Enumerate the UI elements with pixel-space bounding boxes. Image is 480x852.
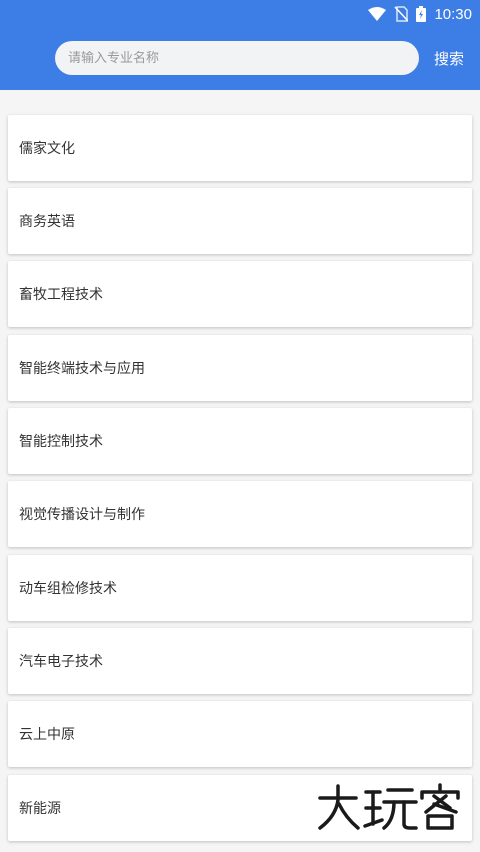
- no-sim-icon: [394, 6, 409, 22]
- search-input[interactable]: [68, 50, 419, 66]
- list-item-cloud-zhongyuan[interactable]: 云上中原: [8, 701, 472, 767]
- list-item-confucian-culture[interactable]: 儒家文化: [8, 115, 472, 181]
- list-item-intelligent-control[interactable]: 智能控制技术: [8, 408, 472, 474]
- list-item-visual-communication[interactable]: 视觉传播设计与制作: [8, 481, 472, 547]
- search-button[interactable]: 搜索: [434, 48, 464, 69]
- status-bar: 10:30: [0, 0, 480, 28]
- watermark-logo: [316, 782, 462, 832]
- list-item-animal-husbandry[interactable]: 畜牧工程技术: [8, 261, 472, 327]
- list-item-business-english[interactable]: 商务英语: [8, 188, 472, 254]
- status-time: 10:30: [434, 5, 472, 23]
- list-item-smart-terminal[interactable]: 智能终端技术与应用: [8, 335, 472, 401]
- wifi-icon: [368, 7, 387, 21]
- header: 搜索: [0, 28, 480, 90]
- major-list: 儒家文化 商务英语 畜牧工程技术 智能终端技术与应用 智能控制技术 视觉传播设计…: [0, 90, 480, 852]
- search-box[interactable]: [55, 41, 419, 75]
- list-item-emu-maintenance[interactable]: 动车组检修技术: [8, 555, 472, 621]
- list-item-automotive-electronics[interactable]: 汽车电子技术: [8, 628, 472, 694]
- battery-icon: [416, 6, 427, 22]
